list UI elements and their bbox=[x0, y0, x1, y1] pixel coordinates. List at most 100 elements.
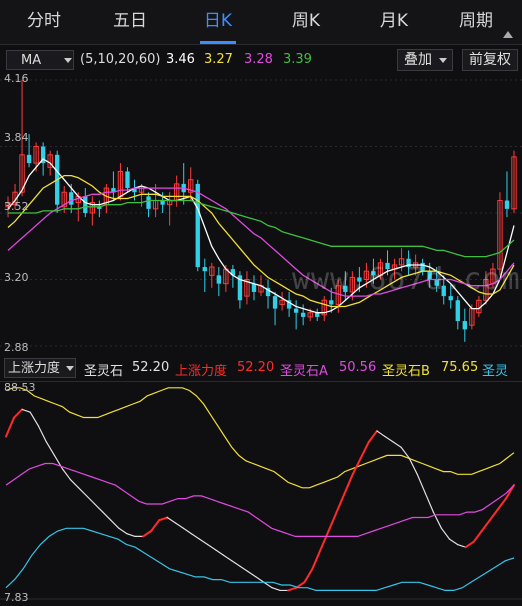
indicator-selector[interactable]: 上涨力度 bbox=[4, 358, 76, 378]
strength-line-segment bbox=[166, 516, 176, 524]
candle-body bbox=[455, 300, 460, 322]
strength-line-segment bbox=[440, 527, 451, 540]
corner-arrow-icon bbox=[503, 31, 513, 38]
tab-monthly-k[interactable]: 月K bbox=[354, 0, 434, 44]
candle-body bbox=[146, 196, 151, 209]
strength-line-segment bbox=[343, 473, 354, 495]
strength-line-segment bbox=[142, 530, 153, 538]
candle-body bbox=[69, 192, 74, 205]
indicator-value-4: 75.65 bbox=[441, 360, 479, 375]
strength-line-segment bbox=[496, 497, 507, 511]
strength-line-segment bbox=[472, 530, 483, 543]
strength-line-segment bbox=[480, 519, 491, 533]
candlestick-chart[interactable] bbox=[0, 74, 522, 354]
strength-line-segment bbox=[271, 587, 281, 592]
strength-line-segment bbox=[263, 581, 273, 589]
ma-toolbar: MA (5,10,20,60) 3.46 3.27 3.28 3.39 叠加 前… bbox=[0, 46, 522, 74]
price-tick-top: 4.16 bbox=[4, 72, 29, 85]
indicator-toolbar: 上涨力度 圣灵石 52.20 上涨力度 52.20 圣灵石A 50.56 圣灵石… bbox=[0, 355, 522, 381]
indicator-value-3: 50.56 bbox=[339, 360, 377, 375]
overlay-button[interactable]: 叠加 bbox=[397, 49, 453, 71]
indicator-line-0 bbox=[5, 387, 515, 489]
strength-line-segment bbox=[94, 503, 104, 513]
overlay-button-label: 叠加 bbox=[404, 52, 432, 68]
price-tick-2: 3.84 bbox=[4, 131, 29, 144]
indicator-chart[interactable] bbox=[0, 381, 522, 603]
chevron-down-icon bbox=[439, 58, 447, 63]
strength-line-segment bbox=[231, 560, 241, 567]
strength-line-segment bbox=[384, 435, 394, 443]
candle-body bbox=[251, 283, 257, 292]
strength-line-segment bbox=[448, 538, 459, 546]
price-tick-3: 3.52 bbox=[4, 200, 29, 213]
strength-line-segment bbox=[255, 576, 265, 583]
watermark: www.6o7d.com bbox=[292, 262, 521, 297]
indicator-selector-label: 上涨力度 bbox=[8, 361, 61, 376]
active-tab-indicator bbox=[200, 41, 236, 44]
indicator-label-5: 圣灵 bbox=[482, 364, 509, 379]
candle-body bbox=[216, 275, 222, 284]
strength-line-segment bbox=[319, 530, 330, 551]
ma20-value: 3.28 bbox=[244, 52, 273, 67]
indicator-line-3 bbox=[5, 527, 515, 591]
strength-line-segment bbox=[190, 533, 201, 540]
indicator-tick-top: 88.53 bbox=[4, 381, 36, 394]
indicator-label-3: 圣灵石A bbox=[280, 364, 328, 379]
strength-line-segment bbox=[61, 468, 72, 481]
strength-line-segment bbox=[150, 519, 161, 533]
strength-line-segment bbox=[86, 495, 96, 505]
ma-selector[interactable]: MA bbox=[6, 50, 74, 70]
indicator-line-2 bbox=[5, 462, 515, 537]
strength-line-segment bbox=[287, 586, 298, 592]
period-tabs: 分时 五日 日K 周K 月K 周期 bbox=[0, 0, 522, 45]
strength-line-segment bbox=[21, 408, 31, 413]
strength-line-segment bbox=[456, 543, 467, 548]
ma60-value: 3.39 bbox=[283, 52, 312, 67]
indicator-value-1: 52.20 bbox=[132, 360, 170, 375]
candle-body bbox=[83, 196, 88, 213]
ma-selector-label: MA bbox=[21, 53, 42, 68]
indicator-tick-bottom: 7.83 bbox=[4, 591, 29, 604]
strength-line-segment bbox=[102, 511, 112, 521]
candle-body bbox=[300, 312, 306, 317]
strength-line-segment bbox=[77, 487, 88, 497]
candle-body bbox=[293, 308, 299, 313]
tab-minute[interactable]: 分时 bbox=[4, 0, 84, 44]
strength-line-segment bbox=[367, 430, 378, 443]
strength-line-segment bbox=[416, 473, 426, 494]
strength-line-segment bbox=[29, 411, 39, 427]
price-tick-bottom: 2.88 bbox=[4, 341, 29, 354]
strength-line-segment bbox=[198, 538, 209, 546]
tab-weekly-k[interactable]: 周K bbox=[266, 0, 346, 44]
candle-body bbox=[462, 321, 467, 330]
ma-params: (5,10,20,60) bbox=[80, 52, 161, 67]
strength-line-segment bbox=[464, 540, 475, 549]
strength-line-segment bbox=[327, 511, 338, 533]
indicator-value-2: 52.20 bbox=[237, 360, 275, 375]
tab-five-day[interactable]: 五日 bbox=[90, 0, 170, 44]
strength-line-segment bbox=[359, 440, 370, 460]
strength-line-segment bbox=[424, 492, 434, 513]
strength-line-segment bbox=[335, 492, 346, 514]
strength-line-segment bbox=[158, 516, 169, 522]
candle-body bbox=[160, 200, 165, 205]
strength-line-segment bbox=[69, 479, 80, 489]
candle-body bbox=[504, 200, 510, 209]
strength-line-segment bbox=[206, 543, 217, 551]
strength-line-segment bbox=[13, 408, 24, 419]
tab-period[interactable]: 周期 bbox=[436, 0, 516, 44]
strength-line-segment bbox=[5, 416, 16, 438]
strength-line-segment bbox=[303, 567, 314, 584]
candle-body bbox=[202, 267, 207, 272]
tab-daily-k[interactable]: 日K bbox=[178, 0, 258, 44]
strength-line-segment bbox=[311, 548, 322, 570]
strength-line-segment bbox=[239, 565, 249, 573]
strength-line-segment bbox=[247, 570, 257, 578]
indicator-label-2: 上涨力度 bbox=[175, 364, 228, 379]
candle-body bbox=[272, 296, 278, 309]
indicator-label-4: 圣灵石B bbox=[382, 364, 430, 379]
price-tick-4: 3.20 bbox=[4, 271, 29, 284]
candle-body bbox=[26, 154, 32, 164]
adjust-button[interactable]: 前复权 bbox=[462, 49, 518, 71]
chevron-down-icon bbox=[64, 58, 72, 63]
